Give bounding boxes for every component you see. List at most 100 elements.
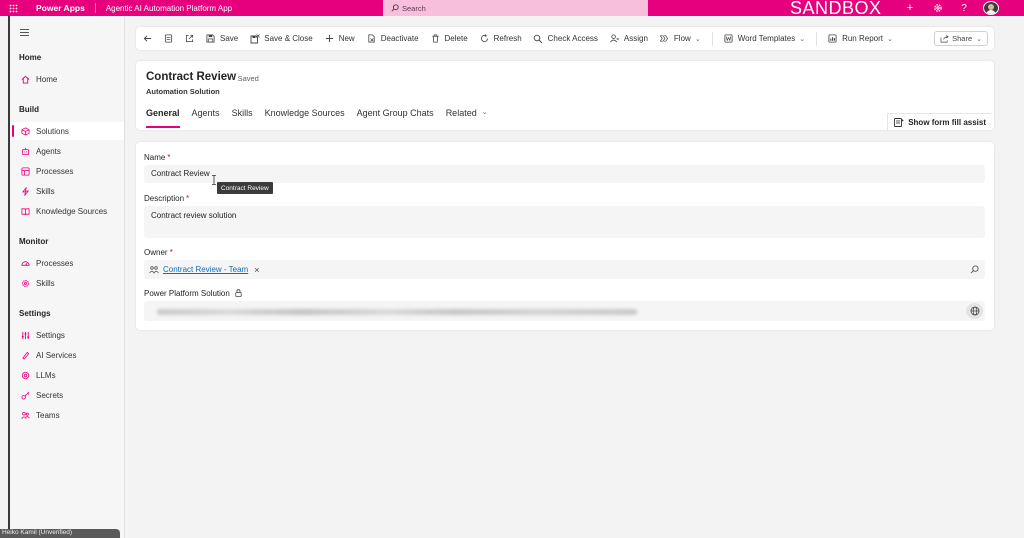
tab-skills[interactable]: Skills bbox=[232, 108, 253, 126]
sidebar-item-processes[interactable]: Processes bbox=[11, 162, 124, 180]
sidebar-item-label: Processes bbox=[36, 258, 74, 268]
share-label: Share bbox=[952, 34, 973, 43]
flow-icon bbox=[659, 33, 670, 44]
sidebar-item-teams[interactable]: Teams bbox=[11, 406, 124, 424]
description-field[interactable]: Contract review solution bbox=[144, 206, 985, 238]
sidebar-item-label: Teams bbox=[36, 410, 60, 420]
delete-label: Delete bbox=[444, 34, 468, 43]
sidebar-item-settings[interactable]: Settings bbox=[11, 326, 124, 344]
owner-lookup-field[interactable]: Contract Review - Team × bbox=[144, 260, 985, 279]
sidebar-item-solutions[interactable]: Solutions bbox=[11, 122, 124, 140]
sidebar-item-skills[interactable]: Skills bbox=[11, 182, 124, 200]
lookup-search-icon[interactable] bbox=[970, 260, 979, 279]
recording-user-tag: Heiko Kamil (Unverified) bbox=[0, 529, 120, 538]
key-icon bbox=[20, 390, 31, 401]
app-launcher-icon[interactable] bbox=[0, 0, 26, 16]
report-icon bbox=[827, 33, 838, 44]
sidebar-item-label: Solutions bbox=[36, 126, 69, 136]
help-icon[interactable]: ? bbox=[958, 0, 970, 16]
new-plus-icon[interactable]: + bbox=[904, 0, 916, 16]
save-and-close-button[interactable]: Save & Close bbox=[249, 27, 313, 50]
flow-label: Flow bbox=[673, 34, 691, 43]
team-icon bbox=[149, 265, 159, 274]
open-new-window-button[interactable] bbox=[184, 27, 195, 50]
sidebar-item-home[interactable]: Home bbox=[11, 70, 124, 88]
required-marker: * bbox=[186, 194, 190, 203]
tab-label: Related bbox=[445, 108, 477, 118]
sidebar-item-ai-services[interactable]: AI Services bbox=[11, 346, 124, 364]
save-button[interactable]: Save bbox=[205, 27, 238, 50]
left-edge-strip bbox=[0, 16, 11, 538]
entity-name: Automation Solution bbox=[146, 87, 220, 96]
global-search-input[interactable]: Search bbox=[383, 0, 648, 16]
tab-agents[interactable]: Agents bbox=[192, 108, 220, 126]
brand-name[interactable]: Power Apps bbox=[36, 3, 85, 13]
owner-link[interactable]: Contract Review - Team bbox=[163, 265, 248, 274]
sidebar-item-knowledge-sources[interactable]: Knowledge Sources bbox=[11, 202, 124, 220]
deactivate-label: Deactivate bbox=[380, 34, 419, 43]
run-report-button[interactable]: Run Report ⌄ bbox=[827, 27, 893, 50]
delete-button[interactable]: Delete bbox=[430, 27, 468, 50]
name-value: Contract Review bbox=[151, 169, 210, 178]
name-field[interactable]: Contract Review bbox=[144, 165, 985, 183]
gauge-icon bbox=[20, 258, 31, 269]
tab-label: Skills bbox=[231, 108, 253, 118]
share-icon bbox=[940, 34, 949, 42]
sidebar-group-monitor: Monitor bbox=[19, 237, 49, 246]
search-placeholder: Search bbox=[402, 3, 426, 13]
solutions-icon bbox=[20, 126, 31, 137]
trash-icon bbox=[430, 33, 441, 44]
sidebar-item-secrets[interactable]: Secrets bbox=[11, 386, 124, 404]
name-tooltip: Contract Review bbox=[217, 182, 273, 194]
show-form-fill-assist-button[interactable]: Show form fill assist bbox=[887, 113, 992, 130]
user-avatar[interactable] bbox=[983, 1, 999, 15]
tab-general[interactable]: General bbox=[146, 108, 180, 128]
redacted-value bbox=[157, 309, 637, 315]
app-name[interactable]: Agentic AI Automation Platform App bbox=[106, 4, 232, 13]
flow-button[interactable]: Flow ⌄ bbox=[659, 27, 701, 50]
tab-knowledge-sources[interactable]: Knowledge Sources bbox=[265, 108, 345, 126]
form-icon bbox=[163, 33, 174, 44]
chevron-down-icon: ⌄ bbox=[694, 35, 701, 43]
teams-icon bbox=[20, 410, 31, 421]
owner-label: Owner * bbox=[144, 248, 173, 257]
tab-related[interactable]: Related ⌄ bbox=[446, 108, 488, 126]
tab-agent-group-chats[interactable]: Agent Group Chats bbox=[357, 108, 434, 126]
word-templates-button[interactable]: Word Templates ⌄ bbox=[723, 27, 805, 50]
check-access-button[interactable]: Check Access bbox=[533, 27, 598, 50]
globe-icon[interactable] bbox=[966, 303, 983, 319]
tab-label: Agent Group Chats bbox=[356, 108, 434, 118]
assign-button[interactable]: Assign bbox=[609, 27, 648, 50]
refresh-label: Refresh bbox=[493, 34, 522, 43]
new-button[interactable]: New bbox=[324, 27, 355, 50]
description-label: Description * bbox=[144, 194, 189, 203]
remove-owner-close-icon[interactable]: × bbox=[254, 265, 259, 275]
general-form: Name * Contract Review Contract Review De… bbox=[136, 142, 994, 330]
settings-gear-icon[interactable] bbox=[931, 0, 945, 16]
back-button[interactable] bbox=[142, 27, 153, 50]
sidebar-item-monitor-skills[interactable]: Skills bbox=[11, 274, 124, 292]
share-button[interactable]: Share ⌄ bbox=[934, 31, 988, 46]
hamburger-menu-icon[interactable] bbox=[20, 28, 29, 38]
name-label-text: Name bbox=[144, 153, 166, 162]
word-templates-label: Word Templates bbox=[737, 34, 796, 43]
refresh-button[interactable]: Refresh bbox=[479, 27, 522, 50]
description-value: Contract review solution bbox=[151, 211, 237, 220]
power-platform-solution-label: Power Platform Solution bbox=[144, 289, 242, 298]
processes-icon bbox=[20, 166, 31, 177]
sidebar-item-label: Processes bbox=[36, 166, 74, 176]
deactivate-button[interactable]: Deactivate bbox=[366, 27, 419, 50]
home-icon bbox=[20, 74, 31, 85]
sidebar-item-llms[interactable]: LLMs bbox=[11, 366, 124, 384]
form-assist-label: Show form fill assist bbox=[908, 117, 986, 127]
form-view-button[interactable] bbox=[163, 27, 174, 50]
power-platform-label-text: Power Platform Solution bbox=[144, 289, 230, 298]
chevron-down-icon: ⌄ bbox=[887, 35, 893, 43]
save-status: - Saved bbox=[233, 74, 259, 83]
sidebar-item-monitor-processes[interactable]: Processes bbox=[11, 254, 124, 272]
sidebar-item-label: Home bbox=[36, 74, 58, 84]
form-tabs: General Agents Skills Knowledge Sources … bbox=[146, 108, 500, 128]
sidebar-item-agents[interactable]: Agents bbox=[11, 142, 124, 160]
refresh-icon bbox=[479, 33, 490, 44]
sidebar-item-label: Secrets bbox=[36, 390, 64, 400]
